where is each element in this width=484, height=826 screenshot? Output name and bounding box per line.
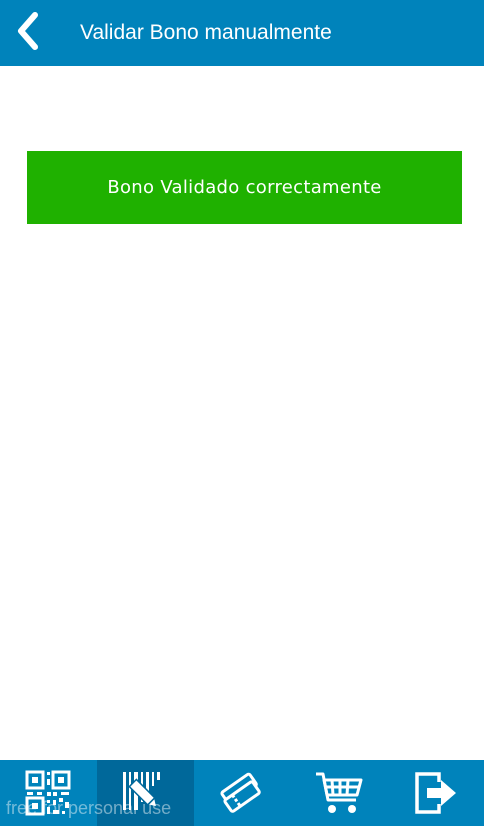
status-message: Bono Validado correctamente xyxy=(107,177,382,198)
page-title: Validar Bono manualmente xyxy=(80,21,332,44)
barcode-edit-icon xyxy=(123,772,161,810)
nav-cart[interactable] xyxy=(290,760,387,826)
nav-qr-scan[interactable] xyxy=(0,760,97,826)
shopping-cart-icon xyxy=(315,772,363,813)
back-button[interactable] xyxy=(8,8,48,54)
nav-manual-entry[interactable] xyxy=(96,760,194,826)
bottom-nav xyxy=(0,760,484,826)
nav-tickets[interactable] xyxy=(194,760,291,826)
qr-code-icon xyxy=(25,770,71,816)
success-banner: Bono Validado correctamente xyxy=(27,151,462,224)
app-header: Validar Bono manualmente xyxy=(0,0,484,66)
nav-logout[interactable] xyxy=(387,760,484,826)
logout-icon xyxy=(414,772,456,814)
chevron-left-icon xyxy=(18,12,38,50)
tickets-icon xyxy=(220,772,261,813)
